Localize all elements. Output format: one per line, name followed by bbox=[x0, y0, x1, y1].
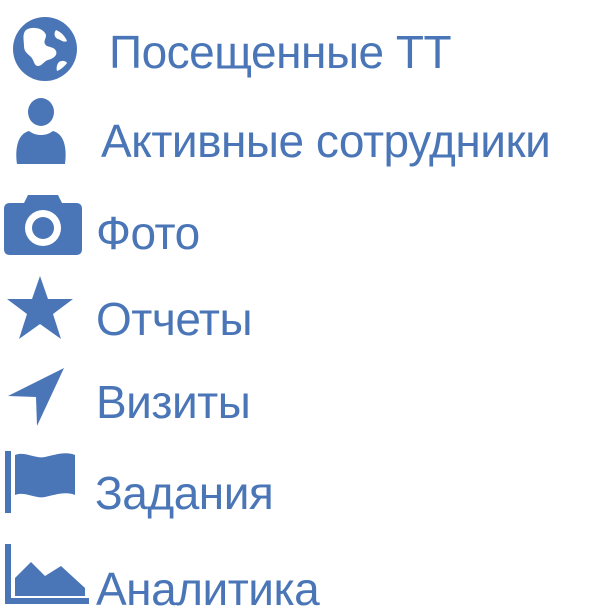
menu-item-visited-outlets[interactable]: Посещенные ТТ bbox=[0, 0, 595, 86]
menu-item-visits[interactable]: Визиты bbox=[0, 344, 595, 430]
flag-icon bbox=[5, 451, 77, 513]
menu-item-reports[interactable]: Отчеты bbox=[0, 258, 595, 344]
menu-item-tasks[interactable]: Задания bbox=[0, 430, 595, 516]
menu-item-label: Отчеты bbox=[96, 293, 253, 345]
menu-item-photo[interactable]: Фото bbox=[0, 172, 595, 258]
menu-item-label: Аналитика bbox=[96, 563, 320, 615]
menu-item-label: Посещенные ТТ bbox=[109, 26, 452, 78]
location-arrow-icon bbox=[6, 366, 66, 428]
side-menu: Посещенные ТТ Активные сотрудники Фото О… bbox=[0, 0, 595, 612]
user-icon bbox=[13, 98, 69, 164]
area-chart-icon bbox=[5, 544, 89, 604]
star-icon bbox=[6, 276, 74, 340]
globe-icon bbox=[12, 16, 78, 82]
menu-item-label: Активные сотрудники bbox=[101, 115, 551, 167]
menu-item-active-employees[interactable]: Активные сотрудники bbox=[0, 86, 595, 172]
menu-item-label: Визиты bbox=[96, 376, 251, 428]
camera-icon bbox=[4, 189, 82, 255]
menu-item-label: Фото bbox=[96, 207, 200, 259]
menu-item-analytics[interactable]: Аналитика bbox=[0, 516, 595, 612]
menu-item-label: Задания bbox=[95, 467, 274, 519]
